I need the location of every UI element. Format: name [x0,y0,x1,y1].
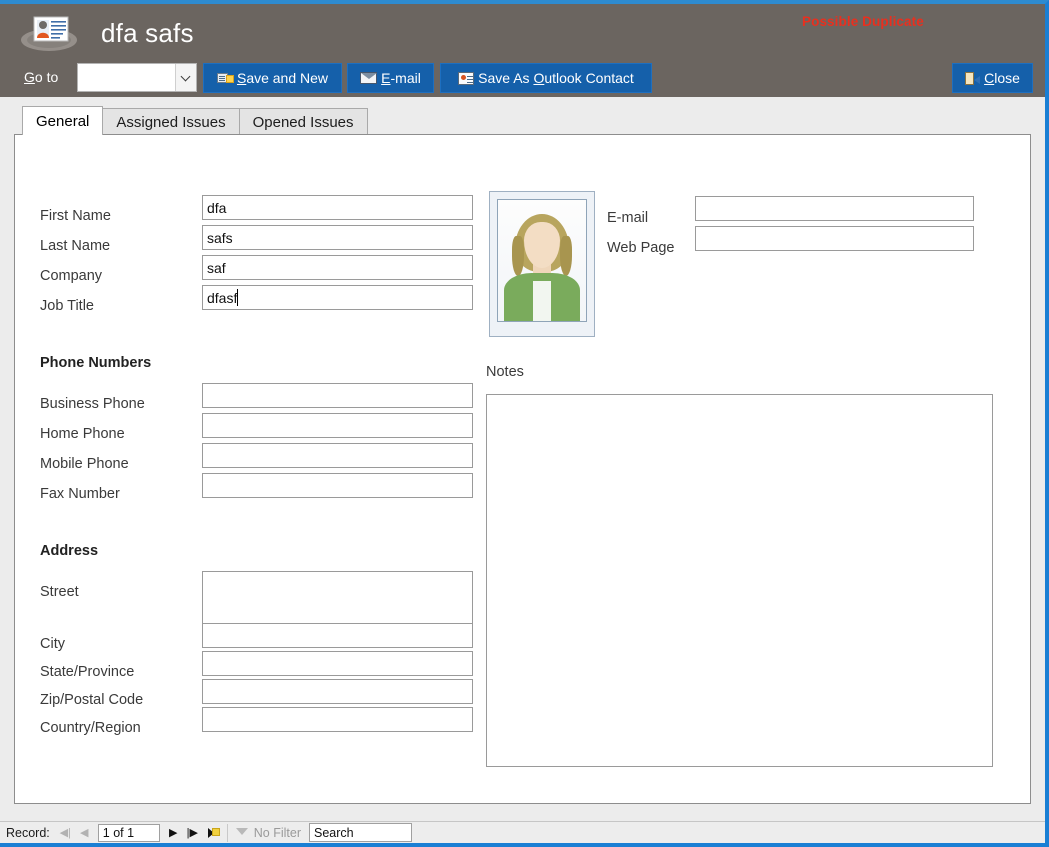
zip-postal-code-input[interactable] [202,679,473,704]
street-label: Street [40,584,79,600]
filter-icon[interactable] [234,826,250,840]
door-exit-icon [965,71,981,85]
save-new-icon [216,72,234,85]
tab-strip: General Assigned Issues Opened Issues [22,106,1031,135]
mobile-phone-label: Mobile Phone [40,456,129,472]
filter-status-label[interactable]: No Filter [254,826,301,840]
street-input[interactable] [202,571,473,624]
form-body: General Assigned Issues Opened Issues Fi… [0,97,1045,815]
web-page-label: Web Page [607,240,675,256]
address-heading: Address [40,543,99,559]
business-phone-label: Business Phone [40,396,145,412]
goto-combobox-value[interactable] [78,64,175,91]
notes-textarea[interactable] [486,394,993,767]
nav-divider [226,823,228,842]
contact-card-icon [18,10,80,54]
zip-postal-code-label: Zip/Postal Code [40,692,144,708]
last-name-input[interactable] [202,225,473,250]
close-button[interactable]: Close [952,63,1033,93]
last-record-icon[interactable]: |▶ [183,824,202,842]
email-input[interactable] [695,196,974,221]
email-button[interactable]: E-mail [347,63,434,93]
contact-photo[interactable] [489,191,595,337]
email-label-field: E-mail [607,210,649,226]
state-province-input[interactable] [202,651,473,676]
outlook-contact-icon [458,71,475,85]
access-contact-form-window: dfa safs Possible Duplicate Go to Save a… [0,0,1049,847]
email-label: E-mail [381,70,421,86]
save-as-outlook-label: Save As Outlook Contact [478,70,634,86]
fax-number-input[interactable] [202,473,473,498]
tab-general[interactable]: General [22,106,104,135]
mobile-phone-input[interactable] [202,443,473,468]
status-accent-bar [0,843,1045,847]
city-input[interactable] [202,623,473,648]
previous-record-icon[interactable]: ◀ [75,824,94,842]
goto-combobox[interactable] [77,63,197,92]
page-title: dfa safs [101,18,194,48]
record-label: Record: [6,825,50,840]
home-phone-label: Home Phone [40,426,125,442]
goto-label: Go to [24,69,58,85]
record-position-input[interactable] [97,823,160,842]
first-name-label: First Name [40,208,111,224]
duplicate-warning-label: Possible Duplicate [802,14,924,29]
job-title-input[interactable] [202,285,473,310]
city-label: City [40,636,65,652]
tab-opened-issues[interactable]: Opened Issues [238,108,368,135]
company-input[interactable] [202,255,473,280]
state-province-label: State/Province [40,664,135,680]
first-name-input[interactable] [202,195,473,220]
fax-number-label: Fax Number [40,486,120,502]
close-label: Close [984,70,1020,86]
envelope-icon [360,72,378,84]
save-as-outlook-contact-button[interactable]: Save As Outlook Contact [440,63,652,93]
job-title-label: Job Title [40,298,94,314]
record-navigation-bar: Record: ◀| ◀ ▶ |▶ No Filter [0,821,1045,843]
country-region-input[interactable] [202,707,473,732]
phone-numbers-heading: Phone Numbers [40,355,152,371]
business-phone-input[interactable] [202,383,473,408]
goto-label-rest: o to [34,69,59,85]
search-input[interactable] [309,823,413,842]
new-record-icon[interactable] [202,824,221,842]
save-and-new-button[interactable]: Save and New [203,63,342,93]
chevron-down-icon[interactable] [175,64,196,91]
notes-label: Notes [486,364,524,380]
home-phone-input[interactable] [202,413,473,438]
next-record-icon[interactable]: ▶ [164,824,183,842]
company-label: Company [40,268,103,284]
last-name-label: Last Name [40,238,111,254]
goto-accelerator: G [24,69,35,85]
form-header: dfa safs Possible Duplicate Go to Save a… [0,4,1045,97]
first-record-icon[interactable]: ◀| [56,824,75,842]
text-cursor [237,289,238,306]
save-and-new-label: Save and New [236,70,329,86]
web-page-input[interactable] [695,226,974,251]
tab-assigned-issues[interactable]: Assigned Issues [102,108,240,135]
general-tab-panel: First Name Last Name Company Job Title [14,134,1031,804]
country-region-label: Country/Region [40,720,141,736]
